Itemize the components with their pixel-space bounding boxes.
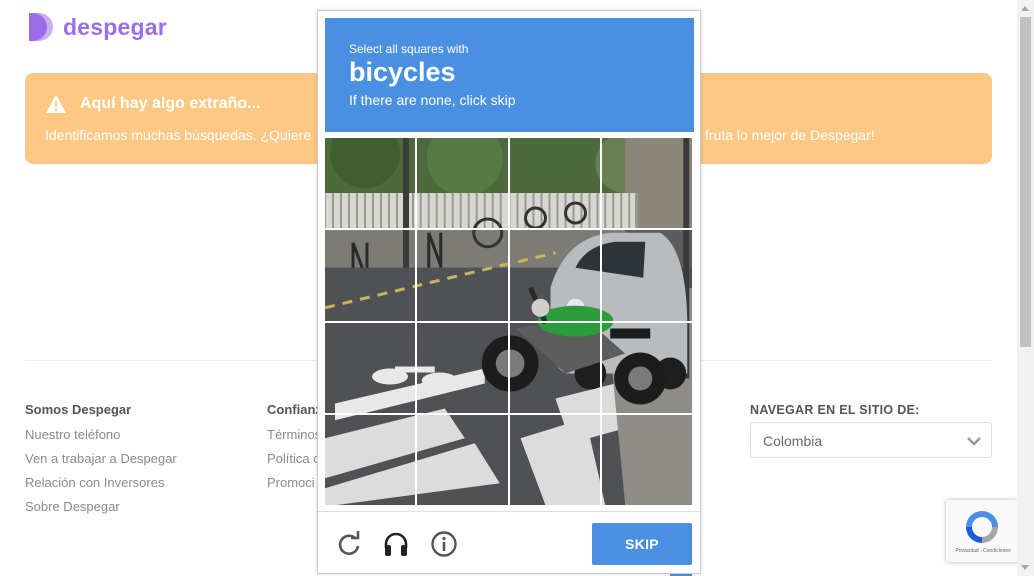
captcha-tile[interactable] [601, 414, 692, 505]
audio-icon[interactable] [382, 530, 410, 558]
captcha-tile[interactable] [325, 414, 416, 505]
captcha-tile-image [417, 414, 508, 505]
captcha-tile-image [509, 414, 600, 505]
captcha-tile-image [509, 138, 600, 229]
logo-text: despegar [63, 13, 167, 40]
scroll-down-arrow-icon[interactable] [1021, 565, 1029, 570]
footer-link-politica[interactable]: Política c [267, 451, 322, 466]
footer-col-somos: Somos Despegar Nuestro teléfono Ven a tr… [25, 402, 177, 523]
captcha-tile[interactable] [601, 322, 692, 413]
captcha-tile[interactable] [509, 322, 600, 413]
skip-button[interactable]: SKIP [592, 523, 692, 565]
captcha-tile-image [417, 322, 508, 413]
footer-link-sobre[interactable]: Sobre Despegar [25, 499, 177, 514]
captcha-image-grid [325, 138, 692, 505]
captcha-instructions: Select all squares with bicycles If ther… [325, 18, 694, 132]
captcha-tile-image [601, 138, 692, 229]
captcha-tile-image [325, 138, 416, 229]
captcha-target-word: bicycles [349, 57, 456, 87]
alert-message: Identificamos muchas búsquedas. ¿Quiere [45, 127, 312, 143]
captcha-tile-image [417, 230, 508, 321]
footer-link-promociones[interactable]: Promoci [267, 475, 322, 490]
chevron-down-icon [967, 437, 981, 446]
captcha-tile[interactable] [325, 138, 416, 229]
captcha-tile-image [325, 322, 416, 413]
captcha-tile[interactable] [325, 322, 416, 413]
reload-icon[interactable] [335, 530, 363, 558]
captcha-tile[interactable] [509, 230, 600, 321]
captcha-tile-image [325, 414, 416, 505]
recaptcha-badge[interactable]: Privacidad - Condiciones [946, 500, 1020, 562]
despegar-logo-icon [29, 13, 53, 41]
scrollbar-thumb[interactable] [1020, 17, 1031, 347]
captcha-challenge: Select all squares with bicycles If ther… [317, 10, 701, 574]
footer-link-telefono[interactable]: Nuestro teléfono [25, 427, 177, 442]
captcha-tile-image [325, 230, 416, 321]
captcha-tile-image [509, 230, 600, 321]
captcha-tile-image [417, 138, 508, 229]
warning-icon [46, 95, 66, 113]
footer-col-confianza: Confianz Términos Política c Promoci [267, 402, 322, 499]
alert-message-end: fruta lo mejor de Despegar! [705, 127, 875, 143]
navegar-heading: NAVEGAR EN EL SITIO DE: [750, 403, 920, 417]
alert-title: Aquí hay algo extraño... [80, 95, 261, 112]
captcha-tile[interactable] [325, 230, 416, 321]
captcha-tile-image [601, 322, 692, 413]
captcha-tile[interactable] [417, 138, 508, 229]
country-select[interactable]: Colombia [750, 422, 992, 458]
country-select-value: Colombia [763, 433, 823, 449]
recaptcha-logo-icon [966, 511, 998, 543]
captcha-tile[interactable] [417, 230, 508, 321]
page-scrollbar[interactable] [1017, 0, 1034, 576]
footer-col-heading: Confianz [267, 402, 322, 417]
captcha-tile-image [509, 322, 600, 413]
captcha-tile[interactable] [509, 414, 600, 505]
captcha-skip-hint: If there are none, click skip [349, 92, 516, 108]
captcha-instruction-text: Select all squares with [349, 42, 469, 56]
recaptcha-terms[interactable]: Privacidad - Condiciones [946, 548, 1020, 554]
footer-link-inversores[interactable]: Relación con Inversores [25, 475, 177, 490]
captcha-tile[interactable] [509, 138, 600, 229]
captcha-tile-image [601, 230, 692, 321]
info-icon[interactable] [430, 530, 458, 558]
scroll-up-arrow-icon[interactable] [1021, 6, 1029, 11]
footer-link-terminos[interactable]: Términos [267, 427, 322, 442]
footer-link-trabajar[interactable]: Ven a trabajar a Despegar [25, 451, 177, 466]
footer-col-heading: Somos Despegar [25, 402, 132, 417]
despegar-logo[interactable]: despegar [25, 11, 167, 43]
captcha-footer: SKIP [318, 511, 700, 573]
captcha-tile[interactable] [601, 138, 692, 229]
captcha-tile[interactable] [601, 230, 692, 321]
captcha-tile[interactable] [417, 322, 508, 413]
captcha-tile-image [601, 414, 692, 505]
captcha-tile[interactable] [417, 414, 508, 505]
